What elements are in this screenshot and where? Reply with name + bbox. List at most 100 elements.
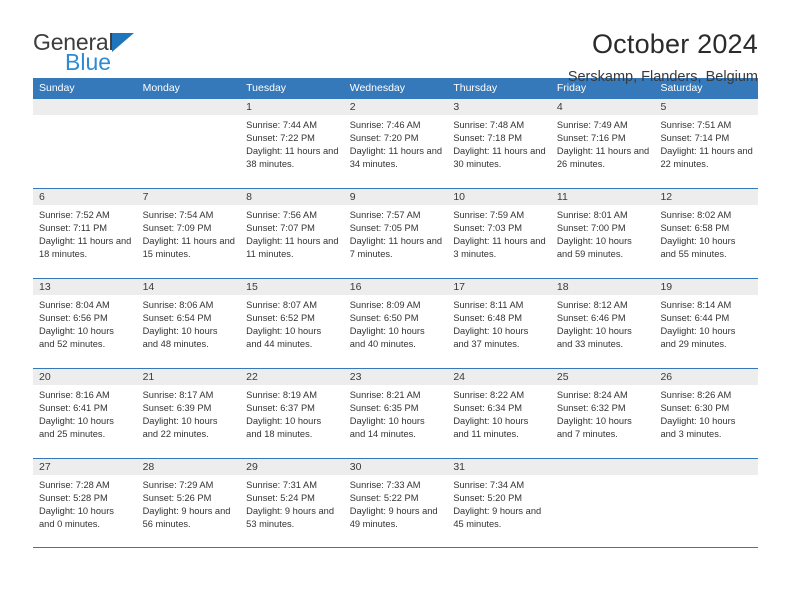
day-sunset-text: Sunset: 7:18 PM bbox=[453, 133, 523, 144]
calendar-day-cell[interactable]: 17 Sunrise: 8:11 AM Sunset: 6:48 PM Dayligh… bbox=[447, 279, 551, 368]
day-sunrise-text: Sunrise: 7:51 AM bbox=[660, 120, 732, 130]
day-sun-info: Sunrise: 8:14 AM Sunset: 6:44 PM Daylight:… bbox=[654, 295, 758, 351]
weekday-header-friday: Friday bbox=[556, 82, 587, 94]
calendar-day-cell[interactable]: 5 Sunrise: 7:51 AM Sunset: 7:14 PM Daylight… bbox=[654, 99, 759, 188]
day-sunset-text: Sunset: 6:32 PM bbox=[556, 403, 626, 414]
calendar-day-cell[interactable]: 28 Sunrise: 7:29 AM Sunset: 5:26 PM Dayligh… bbox=[136, 459, 241, 547]
calendar-day-cell[interactable]: 26 Sunrise: 8:26 AM Sunset: 6:30 PM Dayligh… bbox=[654, 369, 759, 458]
day-sun-info: Sunrise: 8:09 AM Sunset: 6:50 PM Daylight:… bbox=[344, 295, 448, 351]
day-number: 24 bbox=[447, 369, 551, 385]
day-sunset-text: Sunset: 6:39 PM bbox=[142, 403, 212, 414]
day-number: 5 bbox=[654, 99, 759, 115]
day-daylight-text: Daylight: 11 hours and 3 minutes. bbox=[453, 236, 546, 260]
day-daylight-text: Daylight: 10 hours and 11 minutes. bbox=[453, 416, 529, 440]
day-sunrise-text: Sunrise: 7:31 AM bbox=[246, 480, 317, 490]
calendar-day-cell[interactable]: 2 Sunrise: 7:46 AM Sunset: 7:20 PM Daylight… bbox=[343, 99, 448, 188]
calendar-day-cell[interactable]: 23 Sunrise: 8:21 AM Sunset: 6:35 PM Dayligh… bbox=[343, 369, 448, 458]
calendar-day-cell[interactable]: 15 Sunrise: 8:07 AM Sunset: 6:52 PM Dayligh… bbox=[240, 279, 344, 368]
calendar-day-cell-empty bbox=[550, 459, 655, 547]
day-sunrise-text: Sunrise: 7:33 AM bbox=[349, 480, 421, 490]
day-number: 4 bbox=[550, 99, 655, 115]
day-number: 31 bbox=[447, 459, 551, 475]
calendar-day-cell[interactable]: 3 Sunrise: 7:48 AM Sunset: 7:18 PM Daylight… bbox=[447, 99, 551, 188]
calendar-day-cell[interactable]: 29 Sunrise: 7:31 AM Sunset: 5:24 PM Dayligh… bbox=[240, 459, 344, 547]
calendar-day-cell[interactable]: 25 Sunrise: 8:24 AM Sunset: 6:32 PM Dayligh… bbox=[550, 369, 655, 458]
day-sunrise-text: Sunrise: 7:46 AM bbox=[349, 120, 421, 130]
day-sunset-text: Sunset: 6:48 PM bbox=[453, 313, 523, 324]
day-daylight-text: Daylight: 10 hours and 7 minutes. bbox=[556, 416, 632, 440]
day-daylight-text: Daylight: 11 hours and 15 minutes. bbox=[142, 236, 235, 260]
generalblue-logo: General Blue bbox=[33, 26, 203, 74]
weekday-header-sunday: Sunday bbox=[39, 82, 75, 94]
day-sun-info: Sunrise: 8:04 AM Sunset: 6:56 PM Daylight:… bbox=[33, 295, 137, 351]
day-sun-info: Sunrise: 7:51 AM Sunset: 7:14 PM Daylight:… bbox=[654, 115, 758, 171]
day-number: 6 bbox=[33, 189, 137, 205]
calendar-week-row: 27 Sunrise: 7:28 AM Sunset: 5:28 PM Dayligh… bbox=[33, 458, 759, 548]
calendar-day-cell[interactable]: 24 Sunrise: 8:22 AM Sunset: 6:34 PM Dayligh… bbox=[447, 369, 551, 458]
calendar-day-cell-empty bbox=[33, 99, 137, 188]
day-daylight-text: Daylight: 9 hours and 45 minutes. bbox=[453, 506, 542, 530]
day-sun-info: Sunrise: 7:29 AM Sunset: 5:26 PM Daylight:… bbox=[137, 475, 241, 531]
day-sunset-text: Sunset: 5:20 PM bbox=[453, 493, 523, 504]
calendar-week-row: 1 Sunrise: 7:44 AM Sunset: 7:22 PM Daylight… bbox=[33, 98, 759, 188]
day-number: 28 bbox=[136, 459, 241, 475]
day-number: 7 bbox=[136, 189, 241, 205]
day-sunrise-text: Sunrise: 8:14 AM bbox=[660, 300, 732, 310]
calendar-day-cell[interactable]: 11 Sunrise: 8:01 AM Sunset: 7:00 PM Dayligh… bbox=[550, 189, 655, 278]
day-number: 25 bbox=[550, 369, 655, 385]
day-sun-info: Sunrise: 8:22 AM Sunset: 6:34 PM Daylight:… bbox=[447, 385, 551, 441]
calendar-day-cell[interactable]: 30 Sunrise: 7:33 AM Sunset: 5:22 PM Dayligh… bbox=[343, 459, 448, 547]
calendar-day-cell[interactable]: 14 Sunrise: 8:06 AM Sunset: 6:54 PM Dayligh… bbox=[136, 279, 241, 368]
day-sun-info: Sunrise: 7:33 AM Sunset: 5:22 PM Daylight:… bbox=[344, 475, 448, 531]
day-sun-info: Sunrise: 7:52 AM Sunset: 7:11 PM Daylight:… bbox=[33, 205, 137, 261]
calendar-day-cell[interactable]: 31 Sunrise: 7:34 AM Sunset: 5:20 PM Dayligh… bbox=[447, 459, 551, 547]
day-sunrise-text: Sunrise: 7:29 AM bbox=[142, 480, 214, 490]
day-number: 14 bbox=[136, 279, 241, 295]
day-sun-info: Sunrise: 7:57 AM Sunset: 7:05 PM Daylight:… bbox=[344, 205, 448, 261]
calendar-day-cell[interactable]: 20 Sunrise: 8:16 AM Sunset: 6:41 PM Dayligh… bbox=[33, 369, 137, 458]
day-number bbox=[136, 99, 241, 115]
day-daylight-text: Daylight: 10 hours and 40 minutes. bbox=[349, 326, 425, 350]
calendar-day-cell[interactable]: 18 Sunrise: 8:12 AM Sunset: 6:46 PM Dayligh… bbox=[550, 279, 655, 368]
day-sunset-text: Sunset: 6:54 PM bbox=[142, 313, 212, 324]
calendar-day-cell[interactable]: 22 Sunrise: 8:19 AM Sunset: 6:37 PM Dayligh… bbox=[240, 369, 344, 458]
calendar-day-cell[interactable]: 21 Sunrise: 8:17 AM Sunset: 6:39 PM Dayligh… bbox=[136, 369, 241, 458]
day-sun-info: Sunrise: 8:11 AM Sunset: 6:48 PM Daylight:… bbox=[447, 295, 551, 351]
weekday-header-tuesday: Tuesday bbox=[246, 82, 287, 94]
day-daylight-text: Daylight: 10 hours and 55 minutes. bbox=[660, 236, 736, 260]
title-block: October 2024 Serskamp, Flanders, Belgium bbox=[568, 26, 758, 86]
calendar-day-cell[interactable]: 4 Sunrise: 7:49 AM Sunset: 7:16 PM Daylight… bbox=[550, 99, 655, 188]
day-daylight-text: Daylight: 10 hours and 37 minutes. bbox=[453, 326, 529, 350]
calendar-day-cell[interactable]: 27 Sunrise: 7:28 AM Sunset: 5:28 PM Dayligh… bbox=[33, 459, 137, 547]
day-sunset-text: Sunset: 7:05 PM bbox=[349, 223, 419, 234]
day-sunrise-text: Sunrise: 7:54 AM bbox=[142, 210, 214, 220]
day-sunset-text: Sunset: 7:07 PM bbox=[246, 223, 315, 234]
calendar-day-cell[interactable]: 7 Sunrise: 7:54 AM Sunset: 7:09 PM Daylight… bbox=[136, 189, 241, 278]
day-sunset-text: Sunset: 6:30 PM bbox=[660, 403, 730, 414]
calendar-day-cell[interactable]: 12 Sunrise: 8:02 AM Sunset: 6:58 PM Dayligh… bbox=[654, 189, 759, 278]
day-sun-info: Sunrise: 8:16 AM Sunset: 6:41 PM Daylight:… bbox=[33, 385, 137, 441]
day-daylight-text: Daylight: 9 hours and 56 minutes. bbox=[142, 506, 231, 530]
day-sunset-text: Sunset: 7:09 PM bbox=[142, 223, 212, 234]
day-sun-info: Sunrise: 8:02 AM Sunset: 6:58 PM Daylight:… bbox=[654, 205, 758, 261]
calendar-day-cell[interactable]: 16 Sunrise: 8:09 AM Sunset: 6:50 PM Dayligh… bbox=[343, 279, 448, 368]
day-sunrise-text: Sunrise: 7:28 AM bbox=[39, 480, 110, 490]
day-number: 18 bbox=[550, 279, 655, 295]
calendar-day-cell[interactable]: 9 Sunrise: 7:57 AM Sunset: 7:05 PM Daylight… bbox=[343, 189, 448, 278]
day-sunrise-text: Sunrise: 7:52 AM bbox=[39, 210, 110, 220]
day-number: 13 bbox=[33, 279, 137, 295]
day-number: 16 bbox=[343, 279, 448, 295]
day-daylight-text: Daylight: 10 hours and 18 minutes. bbox=[246, 416, 322, 440]
day-sun-info: Sunrise: 7:34 AM Sunset: 5:20 PM Daylight:… bbox=[447, 475, 551, 531]
calendar-day-cell[interactable]: 8 Sunrise: 7:56 AM Sunset: 7:07 PM Daylight… bbox=[240, 189, 344, 278]
calendar-week-row: 6 Sunrise: 7:52 AM Sunset: 7:11 PM Daylight… bbox=[33, 188, 759, 278]
day-sunset-text: Sunset: 7:00 PM bbox=[556, 223, 626, 234]
day-sunset-text: Sunset: 5:24 PM bbox=[246, 493, 315, 504]
day-sunrise-text: Sunrise: 8:09 AM bbox=[349, 300, 421, 310]
calendar-day-cell[interactable]: 13 Sunrise: 8:04 AM Sunset: 6:56 PM Dayligh… bbox=[33, 279, 137, 368]
calendar-day-cell[interactable]: 19 Sunrise: 8:14 AM Sunset: 6:44 PM Dayligh… bbox=[654, 279, 759, 368]
calendar-day-cell[interactable]: 1 Sunrise: 7:44 AM Sunset: 7:22 PM Daylight… bbox=[240, 99, 344, 188]
day-sunset-text: Sunset: 6:56 PM bbox=[39, 313, 108, 324]
calendar-day-cell[interactable]: 6 Sunrise: 7:52 AM Sunset: 7:11 PM Daylight… bbox=[33, 189, 137, 278]
calendar-day-cell[interactable]: 10 Sunrise: 7:59 AM Sunset: 7:03 PM Dayligh… bbox=[447, 189, 551, 278]
